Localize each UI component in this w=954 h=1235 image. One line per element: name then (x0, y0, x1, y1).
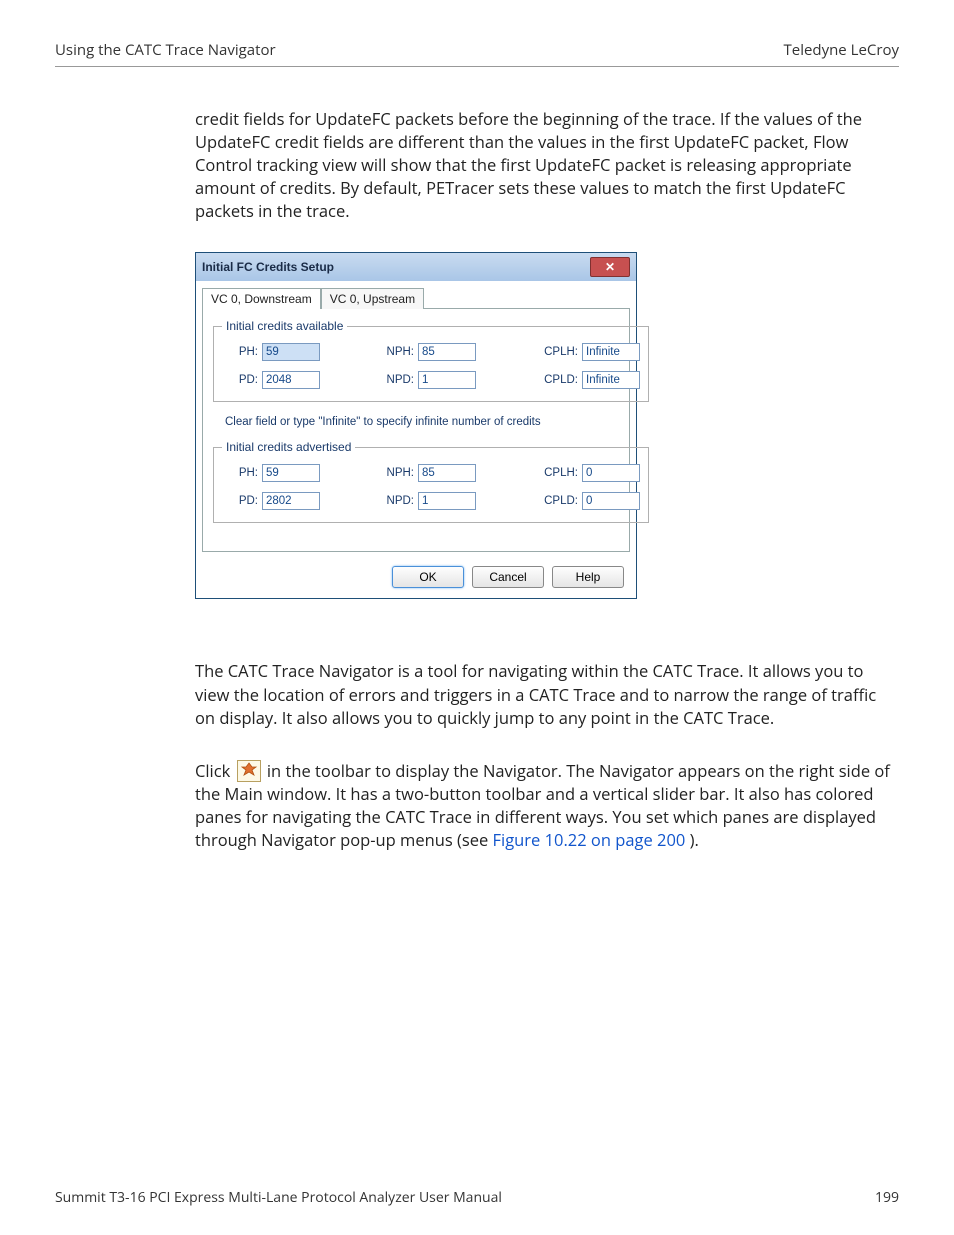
footer-page-number: 199 (875, 1188, 899, 1207)
label-cplh: CPLH: (534, 346, 578, 358)
group-initial-credits-advertised: Initial credits advertised PH: NPH: CPLH… (213, 440, 649, 523)
dialog-title-text: Initial FC Credits Setup (202, 260, 334, 274)
label-cpld: CPLD: (534, 374, 578, 386)
input-advertised-pd[interactable] (262, 492, 320, 510)
input-available-nph[interactable] (418, 343, 476, 361)
navigator-toolbar-icon (237, 760, 261, 782)
input-available-npd[interactable] (418, 371, 476, 389)
infinite-hint: Clear field or type "Infinite" to specif… (225, 416, 619, 428)
intro-paragraph: credit fields for UpdateFC packets befor… (195, 107, 899, 222)
dialog-button-row: OK Cancel Help (196, 558, 636, 598)
figure-cross-reference[interactable]: Figure 10.22 on page 200 (493, 828, 686, 851)
dialog-tab-body: Initial credits available PH: NPH: CPLH:… (202, 308, 630, 552)
click-text-end: ). (690, 828, 699, 851)
group-advertised-title: Initial credits advertised (222, 440, 355, 454)
label-nph: NPH: (378, 346, 414, 358)
header-left: Using the CATC Trace Navigator (55, 40, 276, 60)
tab-vc0-upstream[interactable]: VC 0, Upstream (321, 288, 424, 309)
input-available-pd[interactable] (262, 371, 320, 389)
header-right: Teledyne LeCroy (784, 40, 899, 60)
group-available-title: Initial credits available (222, 319, 347, 333)
help-button[interactable]: Help (552, 566, 624, 588)
click-text-pre: Click (195, 759, 235, 782)
label-pd-adv: PD: (222, 495, 258, 507)
input-available-cplh[interactable] (582, 343, 640, 361)
initial-fc-credits-dialog: Initial FC Credits Setup ✕ VC 0, Downstr… (195, 252, 637, 599)
input-advertised-ph[interactable] (262, 464, 320, 482)
label-npd: NPD: (378, 374, 414, 386)
navigator-description-paragraph: The CATC Trace Navigator is a tool for n… (195, 659, 899, 728)
label-ph: PH: (222, 346, 258, 358)
input-advertised-cpld[interactable] (582, 492, 640, 510)
ok-button[interactable]: OK (392, 566, 464, 588)
dialog-titlebar: Initial FC Credits Setup ✕ (196, 253, 636, 281)
label-cpld-adv: CPLD: (534, 495, 578, 507)
input-available-ph[interactable] (262, 343, 320, 361)
page-header: Using the CATC Trace Navigator Teledyne … (55, 40, 899, 67)
cancel-button[interactable]: Cancel (472, 566, 544, 588)
input-advertised-cplh[interactable] (582, 464, 640, 482)
input-available-cpld[interactable] (582, 371, 640, 389)
label-nph-adv: NPH: (378, 467, 414, 479)
label-pd: PD: (222, 374, 258, 386)
tab-vc0-downstream[interactable]: VC 0, Downstream (202, 288, 321, 309)
close-button[interactable]: ✕ (590, 257, 630, 277)
input-advertised-nph[interactable] (418, 464, 476, 482)
input-advertised-npd[interactable] (418, 492, 476, 510)
footer-title: Summit T3-16 PCI Express Multi-Lane Prot… (55, 1188, 502, 1207)
label-npd-adv: NPD: (378, 495, 414, 507)
page-footer: Summit T3-16 PCI Express Multi-Lane Prot… (55, 1188, 899, 1207)
group-initial-credits-available: Initial credits available PH: NPH: CPLH:… (213, 319, 649, 402)
dialog-tabs: VC 0, Downstream VC 0, Upstream (196, 281, 636, 308)
label-ph-adv: PH: (222, 467, 258, 479)
click-paragraph: Click in the toolbar to display the Navi… (195, 759, 899, 851)
label-cplh-adv: CPLH: (534, 467, 578, 479)
